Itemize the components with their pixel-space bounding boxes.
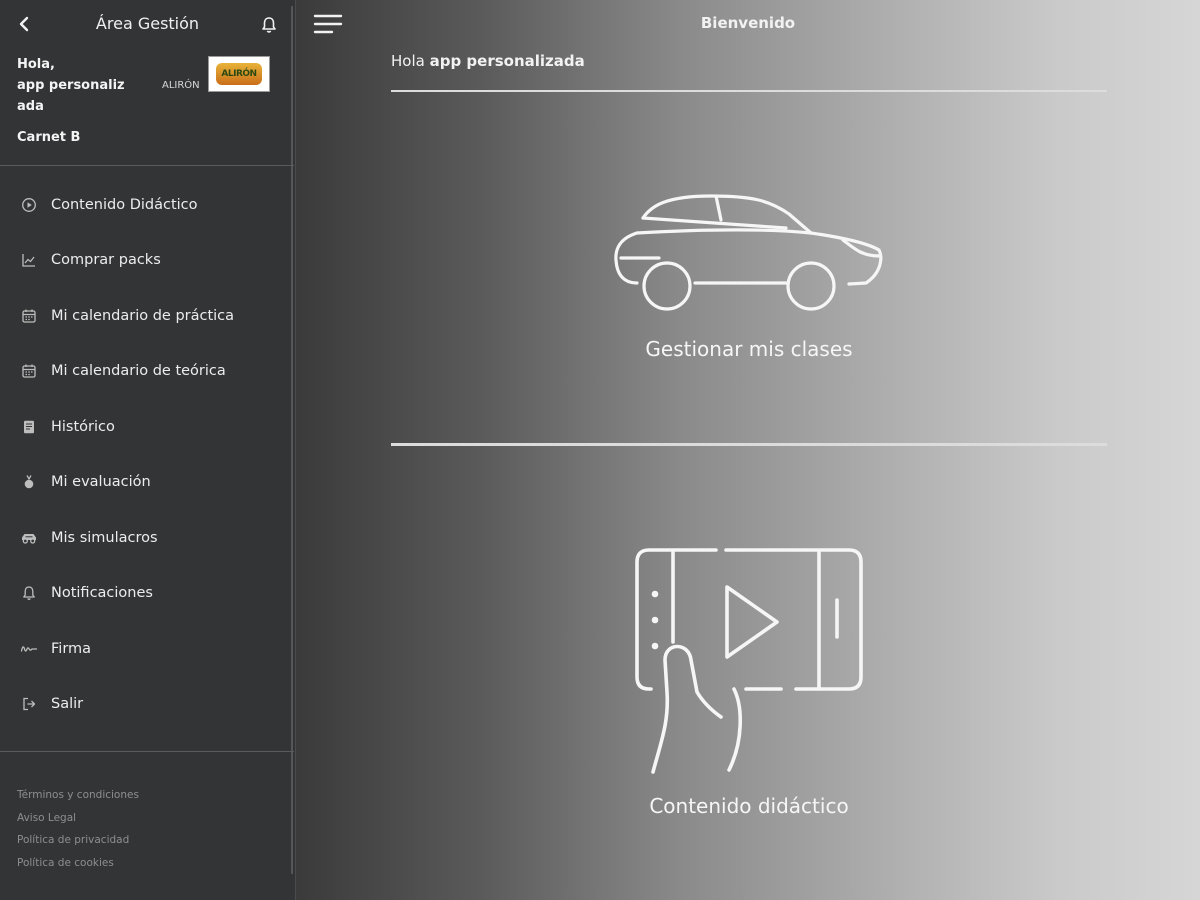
- sidebar-item-notificaciones[interactable]: Notificaciones: [0, 566, 294, 622]
- school-logo: ALIRÓN: [208, 56, 270, 92]
- user-greeting: Hola, app personaliz ada: [17, 54, 137, 117]
- sidebar-header: Área Gestión: [0, 0, 295, 48]
- notifications-button[interactable]: [259, 14, 279, 36]
- welcome-message: Hola app personalizada: [391, 52, 585, 70]
- sidebar-item-label: Notificaciones: [51, 585, 153, 602]
- sidebar-item-firma[interactable]: Firma: [0, 621, 294, 677]
- sidebar-item-label: Comprar packs: [51, 252, 161, 269]
- terms-link[interactable]: Términos y condiciones: [17, 784, 139, 807]
- sidebar-menu: Contenido Didáctico Comprar packs Mi cal…: [0, 177, 294, 732]
- welcome-user-name: app personalizada: [429, 52, 585, 70]
- bell-icon: [262, 17, 276, 33]
- sidebar-item-label: Firma: [51, 640, 92, 657]
- tablet-video-icon: [635, 548, 863, 774]
- sidebar-divider: [0, 751, 294, 752]
- sidebar-item-label: Contenido Didáctico: [51, 196, 198, 213]
- greeting-prefix: Hola,: [17, 57, 55, 72]
- privacy-link[interactable]: Política de privacidad: [17, 829, 139, 852]
- sidebar-item-label: Mi evaluación: [51, 474, 151, 491]
- sidebar-item-mis-simulacros[interactable]: Mis simulacros: [0, 510, 294, 566]
- sidebar-item-label: Salir: [51, 696, 84, 713]
- sidebar-item-comprar-packs[interactable]: Comprar packs: [0, 233, 294, 289]
- didactic-content-card[interactable]: Contenido didáctico: [391, 540, 1107, 840]
- sidebar: Área Gestión Hola, app personaliz ada AL…: [0, 0, 296, 900]
- legal-links: Términos y condiciones Aviso Legal Polít…: [17, 784, 139, 874]
- bell-icon: [20, 584, 38, 602]
- sidebar-item-calendario-teorica[interactable]: Mi calendario de teórica: [0, 344, 294, 400]
- chart-line-icon: [20, 251, 38, 269]
- cookies-link[interactable]: Política de cookies: [17, 852, 139, 875]
- book-icon: [20, 418, 38, 436]
- manage-classes-card[interactable]: Gestionar mis clases: [391, 180, 1107, 380]
- content-divider: [391, 443, 1107, 446]
- card-label: Contenido didáctico: [649, 794, 849, 818]
- welcome-prefix: Hola: [391, 52, 425, 70]
- sidebar-divider: [0, 165, 294, 166]
- school-logo-text: ALIRÓN: [216, 63, 262, 85]
- school-name: ALIRÓN: [162, 80, 200, 91]
- sidebar-item-label: Mi calendario de teórica: [51, 363, 226, 380]
- sidebar-item-calendario-practica[interactable]: Mi calendario de práctica: [0, 288, 294, 344]
- legal-notice-link[interactable]: Aviso Legal: [17, 807, 139, 830]
- sidebar-item-label: Mis simulacros: [51, 529, 158, 546]
- content-divider: [391, 90, 1107, 92]
- license-type: Carnet B: [17, 130, 81, 145]
- sidebar-item-label: Histórico: [51, 418, 115, 435]
- sidebar-item-historico[interactable]: Histórico: [0, 399, 294, 455]
- sidebar-item-mi-evaluacion[interactable]: Mi evaluación: [0, 455, 294, 511]
- car-icon: [20, 529, 38, 547]
- medal-icon: [20, 473, 38, 491]
- car-icon: [614, 194, 883, 311]
- calendar-icon: [20, 307, 38, 325]
- page-title: Bienvenido: [700, 14, 796, 32]
- user-name: app personaliz ada: [17, 78, 125, 114]
- signature-icon: [20, 640, 38, 658]
- calendar-icon: [20, 362, 38, 380]
- sidebar-title: Área Gestión: [95, 14, 200, 33]
- logout-icon: [20, 695, 38, 713]
- sidebar-item-salir[interactable]: Salir: [0, 677, 294, 733]
- sidebar-item-contenido-didactico[interactable]: Contenido Didáctico: [0, 177, 294, 233]
- play-circle-icon: [20, 196, 38, 214]
- sidebar-item-label: Mi calendario de práctica: [51, 307, 235, 324]
- card-label: Gestionar mis clases: [645, 337, 853, 361]
